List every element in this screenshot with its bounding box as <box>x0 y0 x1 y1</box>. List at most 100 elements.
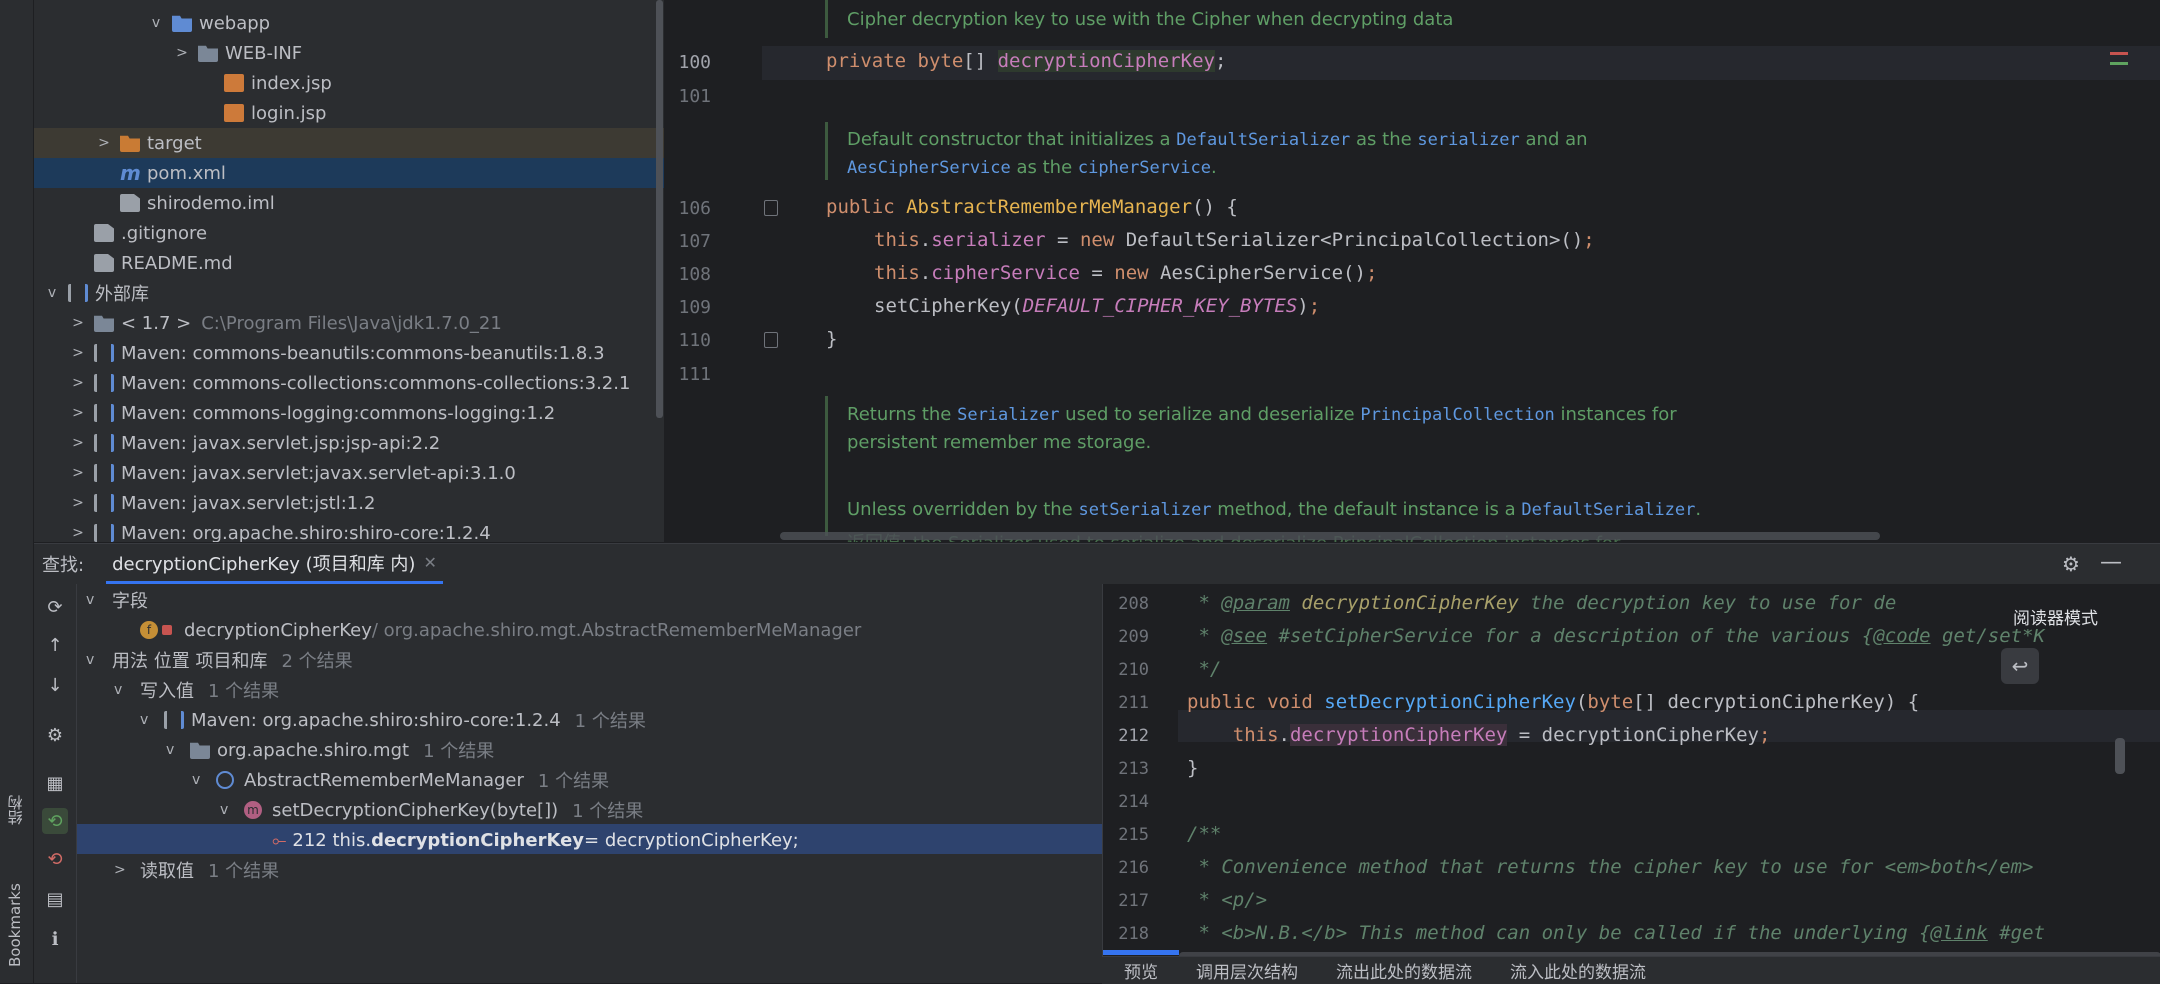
up-arrow-icon[interactable]: ↑ <box>42 632 68 658</box>
line-number: 215 <box>1118 825 1149 845</box>
doc-link[interactable]: cipherService <box>1078 158 1211 178</box>
chevron-right-icon[interactable]: > <box>68 315 88 331</box>
code-line-106: public AbstractRememberMeManager() { <box>826 196 1238 218</box>
read-access-toggle-icon[interactable]: ⟲ <box>42 808 68 834</box>
tree-item-label: Maven: javax.servlet:jstl:1.2 <box>121 492 376 514</box>
chevron-right-icon[interactable]: > <box>68 345 88 361</box>
doc-link[interactable]: setSerializer <box>1078 500 1211 520</box>
minimize-icon[interactable]: — <box>2100 550 2122 575</box>
line-number: 218 <box>1118 924 1149 944</box>
code-editor[interactable]: Cipher decryption key to use with the Ci… <box>665 0 2160 542</box>
tree-item[interactable]: > Maven: javax.servlet:javax.servlet-api:… <box>34 458 664 488</box>
find-result-tab[interactable]: decryptionCipherKey (项目和库 内) ✕ <box>106 544 443 584</box>
tree-item[interactable]: > Maven: javax.servlet.jsp:jsp-api:2.2 <box>34 428 664 458</box>
line-number: 208 <box>1118 594 1149 614</box>
bookmarks-tab[interactable]: Bookmarks <box>2 870 28 980</box>
tree-item[interactable]: shirodemo.iml <box>34 188 664 218</box>
tree-item[interactable]: > Maven: commons-beanutils:commons-beanut… <box>34 338 664 368</box>
tree-item[interactable]: > Maven: javax.servlet:jstl:1.2 <box>34 488 664 518</box>
doc-link[interactable]: serializer <box>1417 130 1519 150</box>
line-number: 109 <box>678 297 711 318</box>
write-group[interactable]: v 写入值 1 个结果 <box>114 675 279 705</box>
tree-item[interactable]: > < 1.7 > C:\Program Files\Java\jdk1.7.0_2… <box>34 308 664 338</box>
chevron-right-icon[interactable]: > <box>68 525 88 541</box>
refresh-icon[interactable]: ⟳ <box>42 594 68 620</box>
tree-item[interactable]: > Maven: org.apache.shiro:shiro-core:1.2.… <box>34 518 664 542</box>
preview-tab[interactable]: 流入此处的数据流 <box>1510 958 1646 983</box>
line-number: 101 <box>678 86 711 107</box>
tree-item-label: 外部库 <box>95 284 149 305</box>
tree-item-label: Maven: commons-collections:commons-colle… <box>121 372 631 394</box>
editor-horizontal-scrollbar[interactable] <box>780 532 1880 540</box>
doc-link[interactable]: Serializer <box>957 405 1059 425</box>
write-access-toggle-icon[interactable]: ⟲ <box>42 846 68 872</box>
tree-item[interactable]: README.md <box>34 248 664 278</box>
chevron-right-icon[interactable]: > <box>68 375 88 391</box>
method-group[interactable]: v m setDecryptionCipherKey(byte[]) 1 个结果 <box>220 795 643 825</box>
settings-icon[interactable]: ⚙ <box>42 722 68 748</box>
tree-item[interactable]: .gitignore <box>34 218 664 248</box>
down-arrow-icon[interactable]: ↓ <box>42 672 68 698</box>
doc-text: as the <box>1010 157 1078 178</box>
doc-comment-1: Cipher decryption key to use with the Ci… <box>847 9 1454 30</box>
tree-item[interactable]: v webapp <box>34 8 664 38</box>
tree-item[interactable]: > Maven: commons-collections:commons-coll… <box>34 368 664 398</box>
usage-preview-editor[interactable]: 208 209 210 211 212 213 214 215 216 217 218 * @par… <box>1102 584 2160 983</box>
chevron-right-icon[interactable]: > <box>94 135 114 151</box>
doc-link[interactable]: DefaultSerializer <box>1521 500 1695 520</box>
wrap-icon[interactable]: ↩ <box>2001 648 2039 684</box>
doc-bar <box>825 0 828 38</box>
class-group[interactable]: v AbstractRememberMeManager 1 个结果 <box>192 765 609 795</box>
class-icon <box>216 771 234 789</box>
doc-link[interactable]: AesCipherService <box>847 158 1011 178</box>
chevron-right-icon[interactable]: > <box>172 45 192 61</box>
field-item[interactable]: f decryptionCipherKey / org.apache.shiro… <box>140 615 861 645</box>
maven-group[interactable]: v Maven: org.apache.shiro:shiro-core:1.2.… <box>140 705 646 735</box>
preview-tab[interactable]: 预览 <box>1124 958 1158 983</box>
chevron-down-icon[interactable]: v <box>146 15 166 31</box>
usage-hit-row[interactable]: ⟜ 212 this. decryptionCipherKey = decrypti… <box>272 825 799 855</box>
package-group[interactable]: v org.apache.shiro.mgt 1 个结果 <box>166 735 494 765</box>
preview-tab[interactable]: 流出此处的数据流 <box>1336 958 1472 983</box>
doc-text: . <box>1210 157 1217 178</box>
usages-group[interactable]: v 用法 位置 项目和库 2 个结果 <box>86 645 353 675</box>
chevron-right-icon[interactable]: > <box>68 465 88 481</box>
write-count: 1 个结果 <box>208 681 280 702</box>
gear-icon[interactable]: ⚙ <box>2062 552 2080 576</box>
find-toolwindow-header: 查找: decryptionCipherKey (项目和库 内) ✕ ⚙ — <box>34 543 2160 585</box>
tree-item[interactable]: > WEB-INF <box>34 38 664 68</box>
tree-item[interactable]: m pom.xml <box>34 158 664 188</box>
tree-item-label: shirodemo.iml <box>147 192 275 214</box>
folder-filter-icon[interactable]: ▤ <box>42 886 68 912</box>
tree-item[interactable]: v 外部库 <box>34 278 664 308</box>
info-icon[interactable]: ℹ <box>42 926 68 952</box>
structure-tab[interactable]: 结构 <box>2 780 28 840</box>
line-number: 211 <box>1118 693 1149 713</box>
reader-mode-label[interactable]: 阅读器模式 <box>2009 604 2102 629</box>
chevron-right-icon[interactable]: > <box>68 435 88 451</box>
structure-tab-label: 结构 <box>6 795 25 825</box>
chevron-right-icon[interactable]: > <box>68 495 88 511</box>
jsp-icon <box>224 74 244 92</box>
project-scrollbar[interactable] <box>656 0 663 418</box>
doc-link[interactable]: DefaultSerializer <box>1176 130 1350 150</box>
preview-tab[interactable]: 调用层次结构 <box>1196 958 1298 983</box>
chevron-right-icon[interactable]: > <box>68 405 88 421</box>
chevron-down-icon: v <box>86 592 95 608</box>
doc-link[interactable]: PrincipalCollection <box>1360 405 1554 425</box>
doc-text: as the <box>1350 129 1418 150</box>
code-line-107: this.serializer = new DefaultSerializer<… <box>874 229 1595 251</box>
preview-scrollbar[interactable] <box>2115 738 2125 774</box>
tree-item[interactable]: > Maven: commons-logging:commons-logging:… <box>34 398 664 428</box>
group-icon[interactable]: ▦ <box>42 770 68 796</box>
read-group[interactable]: > 读取值 1 个结果 <box>114 855 279 885</box>
tree-item[interactable]: login.jsp <box>34 98 664 128</box>
chevron-down-icon[interactable]: v <box>42 285 62 301</box>
tree-item[interactable]: index.jsp <box>34 68 664 98</box>
fold-icon[interactable] <box>764 332 778 348</box>
fields-group[interactable]: v 字段 <box>86 585 148 615</box>
close-tab-icon[interactable]: ✕ <box>423 553 436 572</box>
jsp-icon <box>224 104 244 122</box>
tree-item[interactable]: > target <box>34 128 664 158</box>
fold-icon[interactable] <box>764 200 778 216</box>
